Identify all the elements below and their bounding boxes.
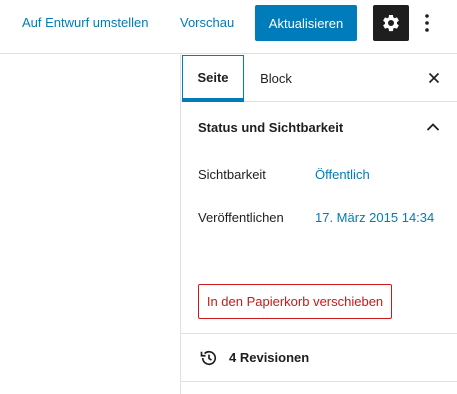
status-visibility-panel-toggle[interactable]: Status und Sichtbarkeit: [181, 103, 457, 151]
update-button-label: Aktualisieren: [268, 15, 344, 31]
close-sidebar-button[interactable]: [421, 65, 447, 91]
more-vertical-icon: [425, 14, 429, 32]
panel-title: Status und Sichtbarkeit: [198, 120, 344, 135]
publish-label: Veröffentlichen: [198, 210, 284, 225]
chevron-up-icon: [426, 123, 440, 131]
editor-header: Auf Entwurf umstellen Vorschau Aktualisi…: [0, 0, 457, 54]
tab-page[interactable]: Seite: [182, 55, 244, 102]
editor-canvas[interactable]: [0, 55, 180, 394]
visibility-label: Sichtbarkeit: [198, 167, 266, 182]
more-options-button[interactable]: [418, 8, 436, 38]
close-icon: [428, 72, 440, 84]
update-button[interactable]: Aktualisieren: [255, 5, 357, 41]
move-to-trash-label: In den Papierkorb verschieben: [206, 294, 384, 309]
divider: [181, 381, 457, 382]
history-icon: [200, 350, 217, 366]
revisions-label: 4 Revisionen: [229, 350, 310, 365]
tab-page-label: Seite: [197, 69, 229, 85]
sidebar-tabs: Seite Block: [181, 55, 457, 102]
tab-block[interactable]: Block: [247, 55, 305, 102]
visibility-toggle[interactable]: Öffentlich: [315, 167, 370, 182]
move-to-trash-button[interactable]: In den Papierkorb verschieben: [198, 284, 392, 319]
publish-date-toggle[interactable]: 17. März 2015 14:34: [315, 210, 434, 225]
tab-block-label: Block: [260, 71, 292, 86]
revisions-link[interactable]: 4 Revisionen: [181, 334, 457, 381]
gear-icon: [383, 14, 399, 32]
settings-button[interactable]: [373, 5, 409, 41]
settings-sidebar: Seite Block Status und Sichtbarkeit Sich…: [180, 55, 457, 394]
preview-button[interactable]: Vorschau: [180, 15, 234, 31]
switch-to-draft-button[interactable]: Auf Entwurf umstellen: [22, 15, 148, 31]
